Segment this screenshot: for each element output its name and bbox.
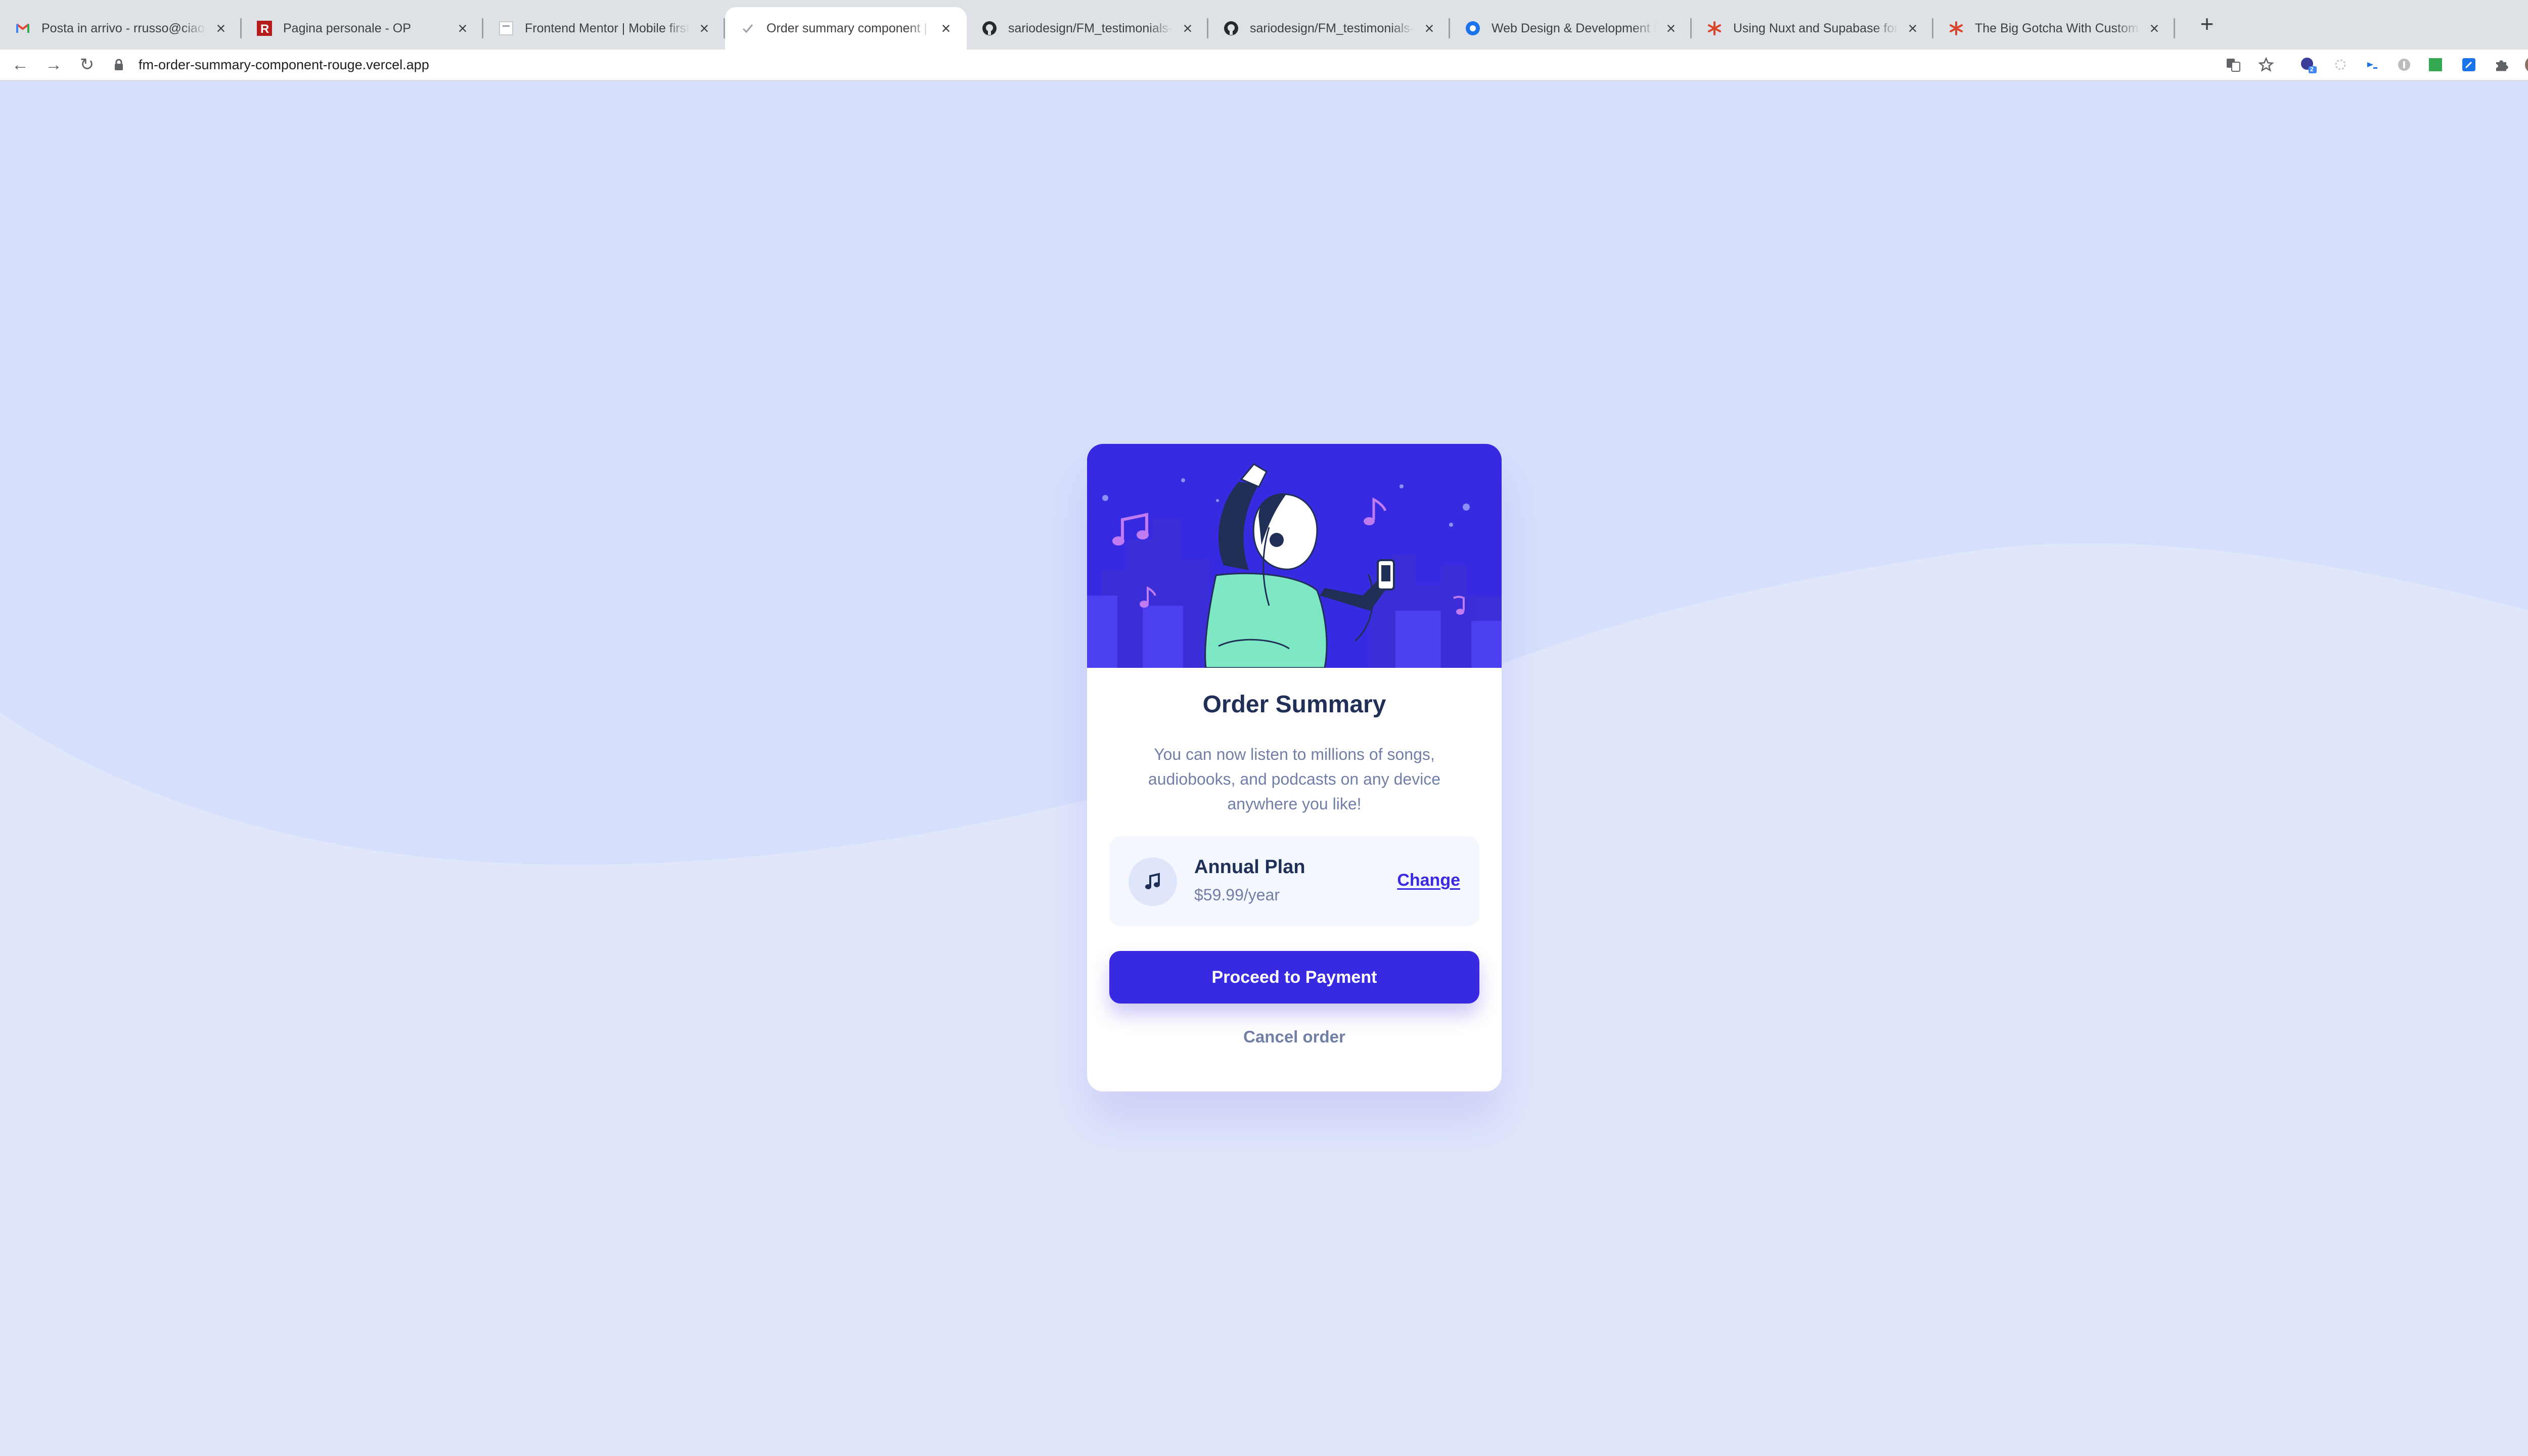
close-icon[interactable]: ×	[1422, 20, 1437, 36]
asterisk-icon	[1949, 21, 1964, 36]
browser-tab-active[interactable]: Order summary component | Frontend Mento…	[725, 7, 967, 50]
browser-tab-title: The Big Gotcha With Custom Properties	[1975, 21, 2140, 35]
translate-icon[interactable]	[2225, 56, 2242, 73]
forward-button[interactable]: →	[41, 53, 66, 77]
lock-icon[interactable]	[111, 57, 126, 72]
browser-tab[interactable]: The Big Gotcha With Custom Properties ×	[1933, 7, 2175, 50]
reload-button[interactable]: ↻	[75, 53, 99, 77]
close-icon[interactable]: ×	[1180, 20, 1195, 36]
back-button[interactable]: ←	[8, 53, 32, 77]
browser-tab[interactable]: sariodesign/FM_testimonials-grid-section…	[1208, 7, 1450, 50]
r-logo-icon: R	[257, 21, 272, 36]
close-icon[interactable]: ×	[1905, 20, 1920, 36]
close-icon[interactable]: ×	[2147, 20, 2162, 36]
extension-edit-icon[interactable]	[2460, 56, 2477, 73]
browser-tab-title: Frontend Mentor | Mobile first workflow	[525, 21, 690, 35]
browser-tab[interactable]: Using Nuxt and Supabase for a Multi-User…	[1692, 7, 1933, 50]
vercel-check-icon	[740, 21, 755, 36]
extension-badge-icon[interactable]: 2	[2299, 56, 2317, 73]
hero-illustration	[1087, 444, 1502, 669]
cancel-order-button[interactable]: Cancel order	[1087, 1027, 1502, 1046]
close-icon[interactable]: ×	[697, 20, 712, 36]
page-title: Order Summary	[1202, 691, 1386, 718]
plan-name: Annual Plan	[1194, 856, 1305, 878]
browser-tab[interactable]: Frontend Mentor | Mobile first workflow …	[483, 7, 725, 50]
music-note-icon	[1128, 857, 1177, 906]
browser-tab-title: sariodesign/FM_testimonials-grid-section	[1250, 21, 1415, 35]
close-icon[interactable]: ×	[213, 20, 229, 36]
page-viewport: Order Summary You can now listen to mill…	[0, 81, 2528, 1456]
extension-sparkle-icon[interactable]	[2332, 56, 2349, 73]
tab-divider	[2174, 18, 2175, 38]
new-tab-button[interactable]: +	[2195, 12, 2219, 35]
browser-tab-strip: Posta in arrivo - rrusso@ciaopeople.it ×…	[0, 0, 2528, 50]
card-description: You can now listen to millions of songs,…	[1148, 745, 1441, 813]
browser-tab-title: Posta in arrivo - rrusso@ciaopeople.it	[41, 21, 206, 35]
browser-tab[interactable]: Web Design & Development News ×	[1450, 7, 1692, 50]
address-bar[interactable]: fm-order-summary-component-rouge.vercel.…	[111, 53, 2225, 76]
gmail-icon	[15, 21, 30, 36]
browser-toolbar: ← → ↻ fm-order-summary-component-rouge.v…	[0, 50, 2528, 81]
profile-avatar[interactable]: R	[2525, 56, 2528, 73]
browser-tab[interactable]: R Pagina personale - OP ×	[242, 7, 483, 50]
url-text: fm-order-summary-component-rouge.vercel.…	[139, 57, 429, 72]
svg-text:R: R	[260, 22, 269, 36]
close-icon[interactable]: ×	[938, 20, 954, 36]
globe-icon	[1465, 21, 1480, 36]
extension-arrow-icon[interactable]	[2363, 56, 2380, 73]
browser-tab[interactable]: sariodesign/FM_testimonials-grid-section…	[967, 7, 1208, 50]
extension-badge-count: 2	[2310, 66, 2314, 73]
browser-tab-title: Pagina personale - OP	[283, 21, 411, 35]
browser-tab[interactable]: Posta in arrivo - rrusso@ciaopeople.it ×	[0, 7, 242, 50]
browser-tab-title: sariodesign/FM_testimonials-grid-section	[1008, 21, 1173, 35]
plan-summary: Annual Plan $59.99/year Change	[1109, 836, 1479, 926]
asterisk-icon	[1707, 21, 1722, 36]
extension-circle-icon[interactable]	[2396, 56, 2413, 73]
browser-tab-title: Web Design & Development News	[1492, 21, 1656, 35]
frontend-mentor-icon	[499, 21, 514, 36]
bookmark-star-icon[interactable]	[2258, 56, 2275, 73]
browser-tab-title: Order summary component | Frontend Mento…	[766, 21, 931, 35]
plan-price: $59.99/year	[1194, 886, 1280, 904]
proceed-to-payment-button[interactable]: Proceed to Payment	[1109, 951, 1479, 1004]
github-icon	[982, 21, 997, 36]
order-summary-card: Order Summary You can now listen to mill…	[1087, 444, 1502, 1091]
github-icon	[1224, 21, 1239, 36]
close-icon[interactable]: ×	[455, 20, 470, 36]
extension-green-square-icon[interactable]	[2427, 56, 2444, 73]
extensions-puzzle-icon[interactable]	[2493, 56, 2510, 73]
browser-tab-title: Using Nuxt and Supabase for a Multi-User…	[1733, 21, 1898, 35]
change-plan-link[interactable]: Change	[1397, 871, 1460, 890]
close-icon[interactable]: ×	[1663, 20, 1679, 36]
